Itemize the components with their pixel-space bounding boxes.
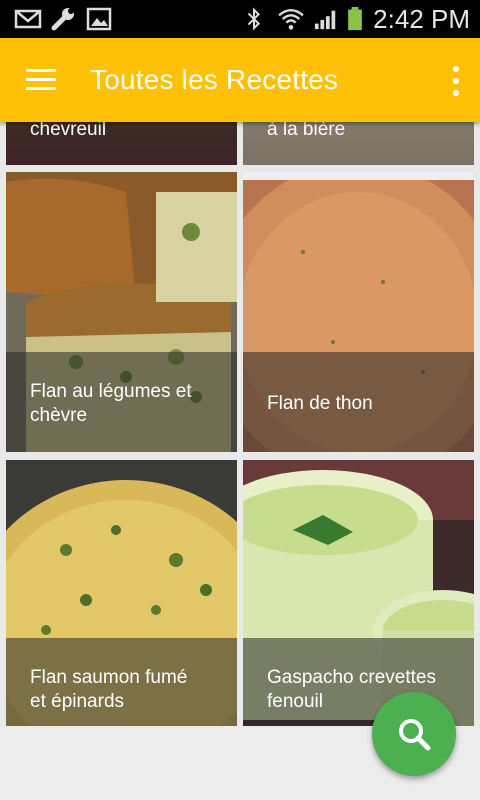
recipe-card-flan-saumon-epinards[interactable]: Flan saumon fumé et épinards: [6, 460, 237, 726]
recipe-name: Flan saumon fumé et épinards: [30, 667, 188, 712]
recipe-card-flan-legumes-chevre[interactable]: Flan au légumes et chèvre: [6, 172, 237, 452]
recipe-card-biere[interactable]: à la bière: [243, 122, 474, 165]
recipe-card-gaspacho-crevettes-fenouil[interactable]: Gaspacho crevettes fenouil: [243, 460, 474, 726]
mail-icon: [14, 9, 42, 29]
recipe-grid: chevreuil à la bière Flan au légumes et …: [0, 122, 480, 726]
search-icon: [399, 719, 431, 751]
wifi-icon: [278, 9, 304, 30]
recipe-name: Flan de thon: [267, 393, 373, 414]
clock: 2:42 PM: [373, 4, 470, 34]
wrench-icon: [51, 8, 74, 31]
status-bar: 2:42 PM: [0, 0, 480, 38]
signal-icon: [314, 10, 336, 30]
recipe-name: à la bière: [267, 122, 346, 140]
recipe-card-flan-thon[interactable]: Flan de thon: [243, 172, 474, 452]
bluetooth-icon: [247, 7, 261, 31]
search-button[interactable]: [372, 692, 456, 776]
battery-icon: [348, 7, 362, 31]
hamburger-menu-icon[interactable]: [24, 66, 58, 94]
recipe-card-chevreuil[interactable]: chevreuil: [6, 122, 237, 165]
page-title: Toutes les Recettes: [90, 64, 339, 95]
more-vertical-icon[interactable]: [448, 66, 464, 96]
image-icon: [86, 7, 112, 31]
recipe-name: chevreuil: [30, 122, 107, 140]
app-bar: Toutes les Recettes: [0, 38, 480, 122]
recipe-name: Flan au légumes et chèvre: [30, 381, 192, 426]
